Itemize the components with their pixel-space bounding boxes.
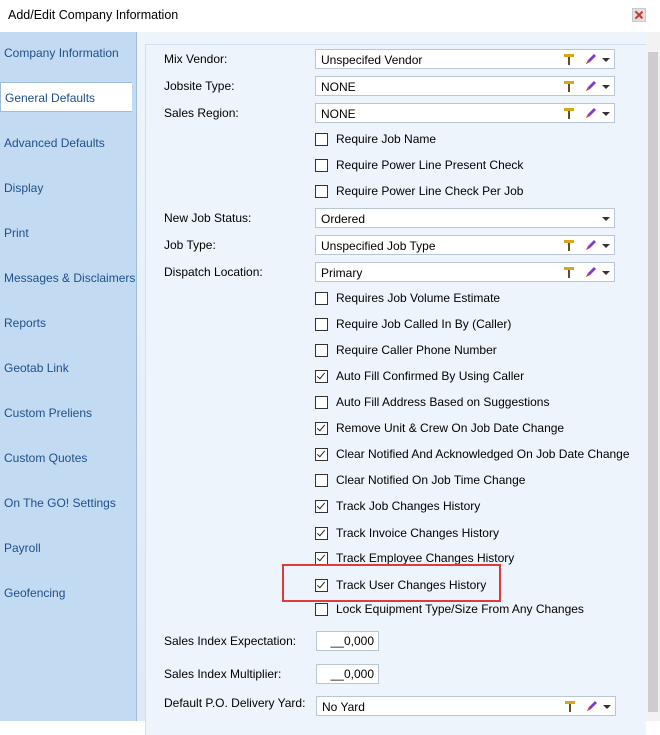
sidebar-item-custom-preliens[interactable]: Custom Preliens	[4, 398, 92, 428]
track-job-changes-checkbox[interactable]: Track Job Changes History	[315, 498, 480, 514]
new-job-status-value: Ordered	[321, 212, 366, 226]
checkbox-checked[interactable]	[315, 447, 328, 461]
checkbox[interactable]	[315, 317, 328, 331]
checkbox[interactable]	[315, 395, 328, 409]
require-job-name-checkbox[interactable]: Require Job Name	[315, 131, 436, 147]
require-caller-phone-checkbox[interactable]: Require Caller Phone Number	[315, 342, 497, 358]
edit-pencil-icon[interactable]	[584, 52, 598, 66]
sales-index-multiplier-label: Sales Index Multiplier:	[164, 667, 282, 681]
sidebar-item-geotab-link[interactable]: Geotab Link	[4, 353, 69, 383]
edit-pencil-icon[interactable]	[584, 265, 598, 279]
pick-icon[interactable]	[563, 699, 577, 713]
lock-equipment-type-checkbox[interactable]: Lock Equipment Type/Size From Any Change…	[315, 601, 584, 617]
chevron-down-icon[interactable]	[602, 271, 610, 275]
chevron-down-icon[interactable]	[602, 85, 610, 89]
chevron-down-icon[interactable]	[602, 217, 610, 221]
pick-icon[interactable]	[562, 52, 576, 66]
title-bar: Add/Edit Company Information	[0, 0, 660, 32]
sales-index-expectation-input[interactable]: __0,000	[316, 631, 379, 651]
mix-vendor-value: Unspecifed Vendor	[321, 53, 423, 67]
pick-icon[interactable]	[562, 265, 576, 279]
requires-job-volume-estimate-checkbox[interactable]: Requires Job Volume Estimate	[315, 290, 500, 306]
edit-pencil-icon[interactable]	[584, 106, 598, 120]
chevron-down-icon[interactable]	[602, 58, 610, 62]
scrollbar-thumb[interactable]	[648, 52, 658, 712]
sidebar-item-payroll[interactable]: Payroll	[4, 533, 41, 563]
job-type-select[interactable]: Unspecified Job Type	[315, 235, 615, 255]
close-icon[interactable]	[632, 8, 646, 22]
sidebar-item-print[interactable]: Print	[4, 218, 29, 248]
sidebar-item-messages-disclaimers[interactable]: Messages & Disclaimers	[4, 263, 135, 293]
checkbox[interactable]	[315, 291, 328, 305]
auto-fill-address-checkbox[interactable]: Auto Fill Address Based on Suggestions	[315, 394, 549, 410]
new-job-status-select[interactable]: Ordered	[315, 208, 615, 228]
require-job-called-in-by-checkbox[interactable]: Require Job Called In By (Caller)	[315, 316, 511, 332]
dispatch-location-select[interactable]: Primary	[315, 262, 615, 282]
new-job-status-label: New Job Status:	[164, 211, 252, 225]
checkbox-checked[interactable]	[315, 499, 328, 513]
pick-icon[interactable]	[562, 106, 576, 120]
dispatch-location-value: Primary	[321, 266, 363, 280]
auto-fill-confirmed-by-caller-checkbox[interactable]: Auto Fill Confirmed By Using Caller	[315, 368, 524, 384]
mix-vendor-label: Mix Vendor:	[164, 52, 228, 66]
sales-region-label: Sales Region:	[164, 106, 239, 120]
sidebar-item-geofencing[interactable]: Geofencing	[4, 578, 65, 608]
sales-region-value: NONE	[321, 107, 356, 121]
default-po-yard-select[interactable]: No Yard	[316, 696, 616, 716]
sidebar-item-general-defaults[interactable]: General Defaults	[0, 82, 132, 112]
checkbox[interactable]	[315, 158, 328, 172]
track-invoice-changes-checkbox[interactable]: Track Invoice Changes History	[315, 525, 499, 541]
sales-index-multiplier-input[interactable]: __0,000	[316, 664, 379, 684]
checkbox-checked[interactable]	[315, 526, 328, 540]
require-power-line-present-checkbox[interactable]: Require Power Line Present Check	[315, 157, 523, 173]
clear-notified-time-change-checkbox[interactable]: Clear Notified On Job Time Change	[315, 472, 525, 488]
sidebar-item-custom-quotes[interactable]: Custom Quotes	[4, 443, 87, 473]
checkbox-checked[interactable]	[315, 421, 328, 435]
checkbox[interactable]	[315, 602, 328, 616]
checkbox[interactable]	[315, 343, 328, 357]
job-type-label: Job Type:	[164, 238, 216, 252]
edit-pencil-icon[interactable]	[585, 699, 599, 713]
highlight-box	[282, 564, 501, 602]
sidebar-item-reports[interactable]: Reports	[4, 308, 46, 338]
chevron-down-icon[interactable]	[603, 705, 611, 709]
clear-notified-acknowledged-checkbox[interactable]: Clear Notified And Acknowledged On Job D…	[315, 446, 630, 462]
pick-icon[interactable]	[562, 79, 576, 93]
checkbox[interactable]	[315, 184, 328, 198]
checkbox-checked[interactable]	[315, 551, 328, 565]
sidebar-item-advanced-defaults[interactable]: Advanced Defaults	[4, 128, 105, 158]
edit-pencil-icon[interactable]	[584, 238, 598, 252]
jobsite-type-value: NONE	[321, 80, 356, 94]
sidebar: Company Information General Defaults Adv…	[0, 32, 137, 721]
window-title: Add/Edit Company Information	[8, 8, 179, 22]
settings-panel	[145, 44, 646, 735]
checkbox[interactable]	[315, 473, 328, 487]
remove-unit-crew-checkbox[interactable]: Remove Unit & Crew On Job Date Change	[315, 420, 564, 436]
mix-vendor-select[interactable]: Unspecifed Vendor	[315, 49, 615, 69]
edit-pencil-icon[interactable]	[584, 79, 598, 93]
require-power-line-per-job-checkbox[interactable]: Require Power Line Check Per Job	[315, 183, 523, 199]
sidebar-item-display[interactable]: Display	[4, 173, 43, 203]
chevron-down-icon[interactable]	[602, 112, 610, 116]
vertical-scrollbar[interactable]	[646, 32, 660, 721]
sales-index-expectation-label: Sales Index Expectation:	[164, 634, 297, 648]
pick-icon[interactable]	[562, 238, 576, 252]
default-po-yard-value: No Yard	[322, 700, 365, 714]
jobsite-type-label: Jobsite Type:	[164, 79, 235, 93]
dispatch-location-label: Dispatch Location:	[164, 265, 263, 279]
sidebar-item-on-the-go-settings[interactable]: On The GO! Settings	[4, 488, 116, 518]
sidebar-item-company-information[interactable]: Company Information	[4, 38, 119, 68]
checkbox-checked[interactable]	[315, 369, 328, 383]
jobsite-type-select[interactable]: NONE	[315, 76, 615, 96]
checkbox[interactable]	[315, 132, 328, 146]
chevron-down-icon[interactable]	[602, 244, 610, 248]
job-type-value: Unspecified Job Type	[321, 239, 436, 253]
sales-region-select[interactable]: NONE	[315, 103, 615, 123]
default-po-yard-label: Default P.O. Delivery Yard:	[164, 696, 306, 710]
